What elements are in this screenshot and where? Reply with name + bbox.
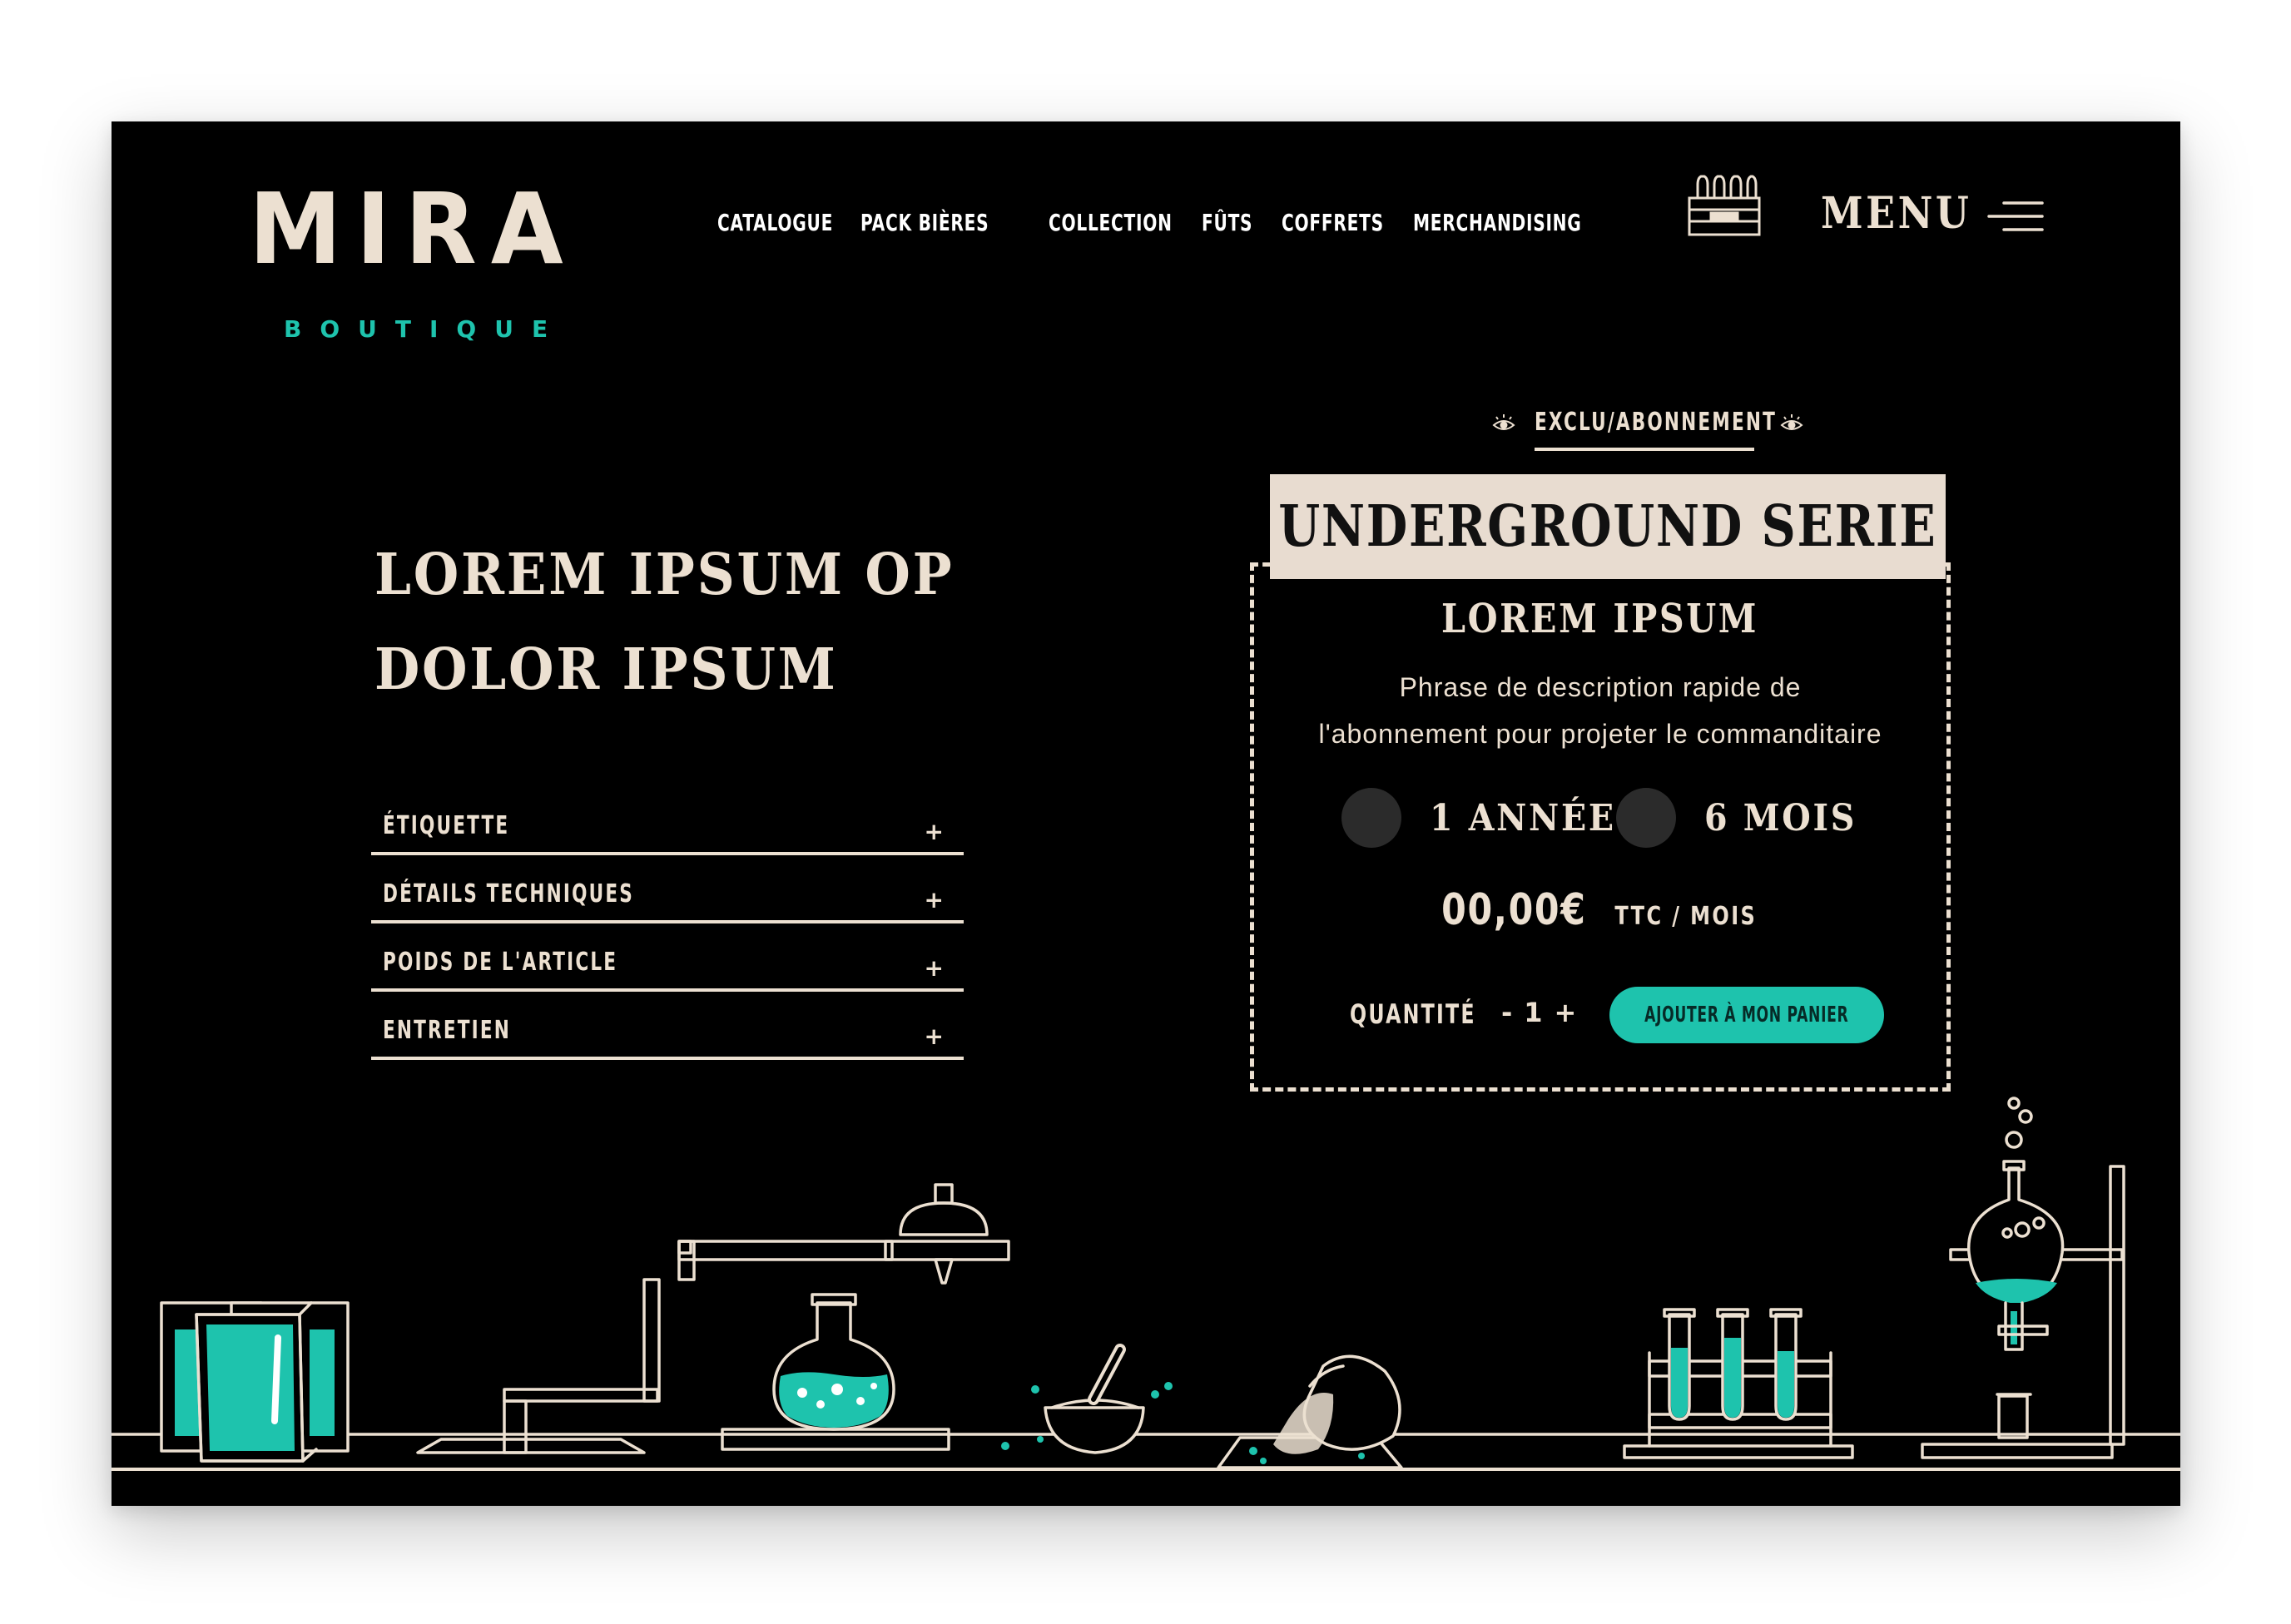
logo-wordmark: MIRA: [249, 171, 578, 286]
option-label: 1 ANNÉE: [1430, 796, 1616, 839]
tag-underline: [1535, 448, 1754, 451]
menu-label[interactable]: MENU: [1821, 188, 1971, 239]
logo-subtitle: BOUTIQUE: [284, 315, 567, 343]
accordion-item-entretien[interactable]: ENTRETIEN +: [371, 992, 964, 1060]
nav-link-coffrets[interactable]: COFFRETS: [1282, 209, 1384, 236]
beer-crate-icon[interactable]: [1686, 173, 1763, 240]
card-title-text: LOREM IPSUM: [1441, 596, 1759, 642]
nav-item-futs[interactable]: FÛTS: [1202, 201, 1272, 243]
tag-label: EXCLU/ABONNEMENT: [1535, 408, 1777, 437]
radio-button[interactable]: [1341, 788, 1401, 848]
card-title: LOREM IPSUM: [1250, 596, 1951, 642]
accordion-item-etiquette[interactable]: ÉTIQUETTE +: [371, 787, 964, 855]
nav-item-catalogue[interactable]: CATALOGUE: [717, 201, 878, 243]
eye-icon: [1492, 414, 1515, 430]
series-ribbon: UNDERGROUND SERIE: [1270, 474, 1946, 579]
quantity-value: 1: [1524, 997, 1543, 1028]
product-heading-line2: DOLOR IPSUM: [374, 636, 838, 703]
nav-item-coffrets[interactable]: COFFRETS: [1282, 201, 1424, 243]
accordion-item-poids[interactable]: POIDS DE L'ARTICLE +: [371, 923, 964, 992]
option-label: 6 MOIS: [1704, 796, 1857, 839]
card-description-line1: Phrase de description rapide de: [1399, 672, 1802, 702]
exclusive-tag: EXCLU/ABONNEMENT: [1443, 408, 1809, 458]
page-frame: MIRA BOUTIQUE CATALOGUE PACK BIÈRES COLL…: [112, 121, 2180, 1506]
accordion-label: ÉTIQUETTE: [383, 811, 510, 840]
card-description: Phrase de description rapide de l'abonne…: [1250, 664, 1951, 757]
nav-link-collection[interactable]: COLLECTION: [1049, 209, 1173, 236]
plus-icon[interactable]: +: [925, 954, 944, 982]
plus-icon[interactable]: +: [925, 886, 944, 914]
card-description-line2: l'abonnement pour projeter le commandita…: [1318, 719, 1882, 749]
grain-sack-icon: [1217, 1354, 1403, 1469]
add-to-cart-button[interactable]: AJOUTER À MON PANIER: [1609, 987, 1884, 1043]
add-to-cart-label: AJOUTER À MON PANIER: [1644, 1003, 1849, 1027]
nav-link-catalogue[interactable]: CATALOGUE: [717, 209, 833, 236]
accordion-label: ENTRETIEN: [383, 1016, 512, 1045]
plus-icon[interactable]: +: [925, 1022, 944, 1050]
accordion-label: POIDS DE L'ARTICLE: [383, 948, 618, 977]
distillation-stand-icon: [416, 1183, 1010, 1454]
mortar-pestle-icon: [1001, 1344, 1173, 1454]
option-1-annee[interactable]: 1 ANNÉE: [1341, 787, 1637, 849]
beer-cans-icon: [160, 1301, 350, 1463]
round-flask-icon: [721, 1293, 950, 1451]
nav-link-pack-bieres[interactable]: PACK BIÈRES: [860, 209, 989, 236]
accordion-item-details-techniques[interactable]: DÉTAILS TECHNIQUES +: [371, 855, 964, 923]
quantity-stepper: - 1 +: [1501, 997, 1588, 1028]
price-display: 00,00€ TTC / MOIS: [1250, 885, 1951, 935]
nav-item-collection[interactable]: COLLECTION: [1049, 201, 1220, 243]
product-heading-line1: LOREM IPSUM OP: [374, 542, 955, 608]
accordion-label: DÉTAILS TECHNIQUES: [383, 879, 634, 909]
product-accordion: ÉTIQUETTE + DÉTAILS TECHNIQUES + POIDS D…: [371, 787, 964, 1060]
ribbon-label: UNDERGROUND SERIE: [1278, 493, 1937, 560]
retort-stand-icon: [1921, 1097, 2125, 1459]
option-6-mois[interactable]: 6 MOIS: [1616, 787, 1873, 849]
hamburger-icon[interactable]: [1987, 198, 2046, 236]
brand-logo[interactable]: MIRA BOUTIQUE: [249, 171, 563, 341]
quantity-label: QUANTITÉ: [1350, 998, 1476, 1030]
price-unit: TTC / MOIS: [1614, 902, 1758, 931]
radio-button[interactable]: [1616, 788, 1676, 848]
nav-item-pack-bieres[interactable]: PACK BIÈRES: [860, 201, 1039, 243]
nav-link-merchandising[interactable]: MERCHANDISING: [1413, 209, 1582, 236]
eye-icon: [1780, 414, 1803, 430]
nav-item-merchandising[interactable]: MERCHANDISING: [1413, 201, 1647, 243]
product-heading: LOREM IPSUM OP DOLOR IPSUM: [374, 527, 954, 717]
price-value: 00,00€: [1441, 885, 1587, 935]
quantity-minus-button[interactable]: -: [1501, 997, 1512, 1028]
test-tubes-icon: [1623, 1308, 1854, 1459]
quantity-plus-button[interactable]: +: [1555, 997, 1577, 1028]
plus-icon[interactable]: +: [925, 818, 944, 845]
nav-link-futs[interactable]: FÛTS: [1202, 209, 1252, 236]
